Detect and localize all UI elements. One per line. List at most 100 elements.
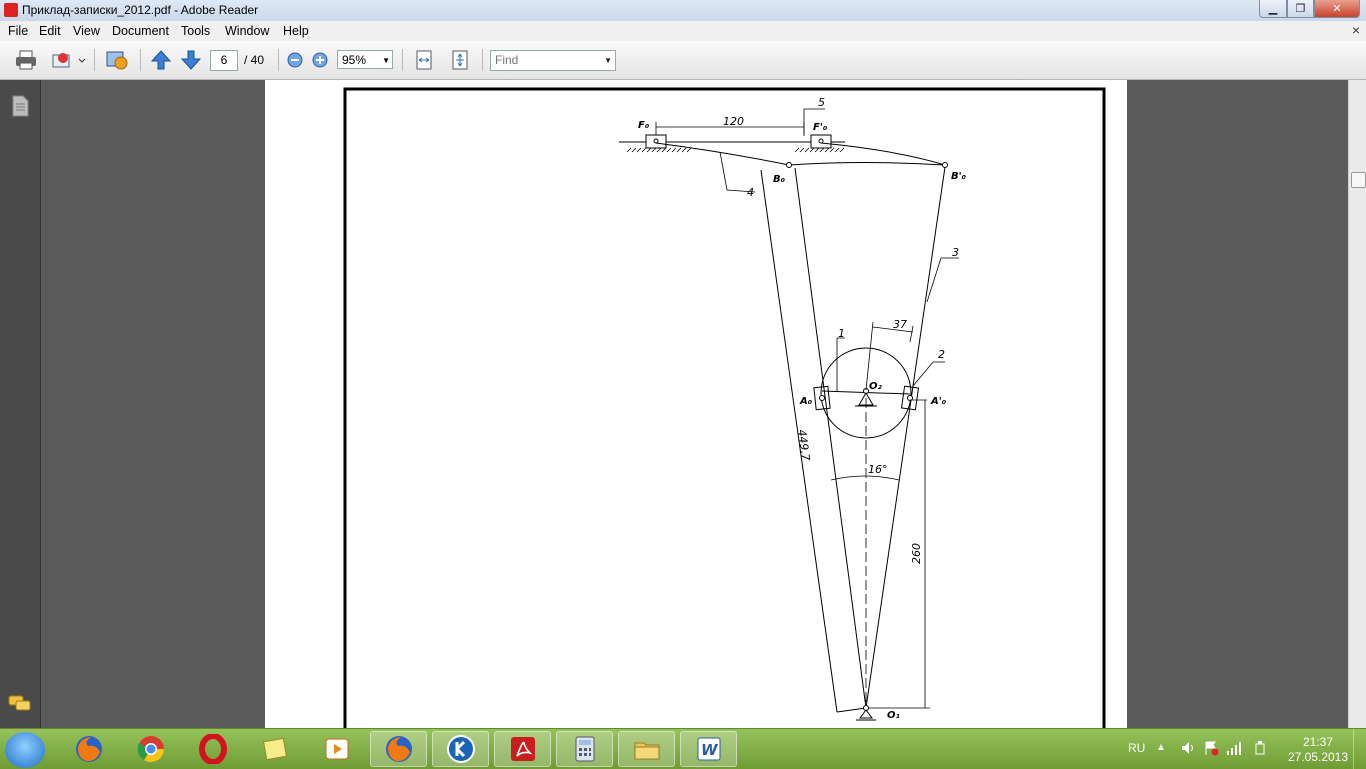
- firefox-icon: [75, 736, 102, 762]
- label-a0-prime: A'₀: [930, 396, 947, 407]
- previous-page-button[interactable]: [148, 49, 174, 71]
- dim-260: 260: [910, 543, 923, 564]
- document-area[interactable]: 120 5 F₀ F'₀ 4 B₀ B'₀ 3 O₂ A₀ A'₀ 1 2 37…: [41, 80, 1348, 741]
- menu-help[interactable]: Help: [283, 24, 309, 38]
- adobe-reader-icon: [4, 3, 18, 17]
- taskbar-firefox[interactable]: [60, 731, 117, 767]
- menu-document[interactable]: Document: [112, 24, 169, 38]
- speaker-icon: [1182, 742, 1193, 754]
- taskbar-firefox-2[interactable]: [370, 731, 427, 767]
- chevron-down-icon: ▼: [382, 56, 390, 65]
- label-5: 5: [818, 96, 825, 109]
- dim-37: 37: [893, 318, 907, 331]
- taskbar: W RU ▲ 21:37 27.05.2013: [0, 728, 1366, 769]
- page-number-input[interactable]: 6: [210, 50, 238, 71]
- network-signal-icon: [1227, 742, 1241, 755]
- action-center-button[interactable]: [1203, 740, 1219, 759]
- minimize-button[interactable]: ▁: [1259, 0, 1287, 18]
- close-document-button[interactable]: ×: [1352, 22, 1360, 38]
- taskbar-media-player[interactable]: [308, 731, 365, 767]
- printer-icon: [16, 50, 36, 70]
- print-button[interactable]: [12, 49, 40, 71]
- menu-view[interactable]: View: [73, 24, 100, 38]
- acrobat-icon: [510, 737, 535, 761]
- dim-449-7: 449,7: [795, 429, 812, 462]
- pages-panel-button[interactable]: [10, 94, 30, 121]
- start-button[interactable]: [5, 732, 45, 768]
- arrow-up-icon: [150, 50, 172, 70]
- find-input[interactable]: Find ▼: [490, 50, 616, 71]
- zoom-out-button[interactable]: [284, 49, 306, 71]
- opera-icon: [198, 734, 227, 764]
- label-a0: A₀: [799, 396, 813, 407]
- chrome-icon: [137, 736, 164, 763]
- zoom-in-button[interactable]: [309, 49, 331, 71]
- taskbar-explorer[interactable]: [618, 731, 675, 767]
- zoom-out-icon: [287, 52, 303, 68]
- calculator-icon: [575, 736, 594, 762]
- zoom-value: 95%: [342, 53, 367, 67]
- network-button[interactable]: [1226, 740, 1242, 759]
- vertical-scrollbar[interactable]: [1348, 80, 1366, 728]
- battery-plug-icon: [1255, 741, 1265, 755]
- taskbar-k-browser[interactable]: [432, 731, 489, 767]
- share-button[interactable]: [48, 49, 86, 71]
- clock-time: 21:37: [1302, 735, 1334, 749]
- label-o2: O₂: [869, 381, 883, 392]
- power-button[interactable]: [1252, 740, 1268, 759]
- show-hidden-icons-button[interactable]: ▲: [1156, 742, 1166, 753]
- label-o1: O₁: [887, 710, 900, 721]
- label-2: 2: [938, 348, 945, 361]
- mechanism-drawing: 120 5 F₀ F'₀ 4 B₀ B'₀ 3 O₂ A₀ A'₀ 1 2 37…: [343, 87, 1106, 741]
- zoom-level-select[interactable]: 95% ▼: [337, 50, 393, 69]
- collaborate-icon: [106, 51, 128, 70]
- fit-page-button[interactable]: [448, 49, 472, 71]
- label-f0-prime: F'₀: [813, 122, 828, 133]
- close-button[interactable]: ✕: [1314, 0, 1360, 18]
- comments-panel-button[interactable]: [8, 694, 32, 717]
- label-b0: B₀: [773, 174, 786, 185]
- fit-page-icon: [452, 50, 468, 70]
- menu-tools[interactable]: Tools: [181, 24, 210, 38]
- toolbar: 6 / 40 95% ▼ Find ▼: [0, 41, 1366, 80]
- svg-text:W: W: [701, 741, 719, 759]
- next-page-button[interactable]: [178, 49, 204, 71]
- arrow-down-icon: [180, 50, 202, 70]
- taskbar-sticky-notes[interactable]: [246, 731, 303, 767]
- label-1: 1: [838, 327, 845, 340]
- notes-icon: [262, 737, 287, 761]
- volume-button[interactable]: [1180, 740, 1196, 759]
- title-bar: Приклад-записки_2012.pdf - Adobe Reader …: [0, 0, 1366, 22]
- pdf-page: 120 5 F₀ F'₀ 4 B₀ B'₀ 3 O₂ A₀ A'₀ 1 2 37…: [265, 80, 1127, 741]
- system-clock[interactable]: 21:37 27.05.2013: [1287, 735, 1349, 765]
- menu-window[interactable]: Window: [225, 24, 269, 38]
- maximize-button[interactable]: ❐: [1287, 0, 1314, 18]
- collaborate-button[interactable]: [102, 49, 132, 71]
- explorer-icon: [634, 742, 659, 760]
- taskbar-calculator[interactable]: [556, 731, 613, 767]
- language-indicator[interactable]: RU: [1128, 741, 1145, 755]
- menu-edit[interactable]: Edit: [39, 24, 61, 38]
- window-title: Приклад-записки_2012.pdf - Adobe Reader: [22, 3, 259, 17]
- show-desktop-button[interactable]: [1353, 729, 1366, 769]
- label-4: 4: [747, 186, 754, 199]
- comments-icon: [8, 695, 31, 711]
- fit-width-button[interactable]: [412, 49, 436, 71]
- scrollbar-thumb[interactable]: [1351, 172, 1366, 188]
- k-browser-icon: [446, 735, 475, 763]
- menu-file[interactable]: File: [8, 24, 28, 38]
- menu-bar: File Edit View Document Tools Window Hel…: [0, 21, 1366, 41]
- taskbar-word[interactable]: W: [680, 731, 737, 767]
- chevron-up-icon: ▲: [1156, 742, 1166, 753]
- taskbar-adobe-reader[interactable]: [494, 731, 551, 767]
- find-placeholder: Find: [495, 53, 519, 67]
- flag-warning-icon: [1205, 741, 1219, 756]
- page-total: / 40: [244, 53, 265, 67]
- clock-date: 27.05.2013: [1287, 750, 1349, 764]
- fit-width-icon: [416, 50, 432, 70]
- taskbar-chrome[interactable]: [122, 731, 179, 767]
- taskbar-opera[interactable]: [184, 731, 241, 767]
- pages-icon: [12, 95, 29, 117]
- share-icon: [52, 53, 85, 68]
- media-player-icon: [325, 738, 348, 760]
